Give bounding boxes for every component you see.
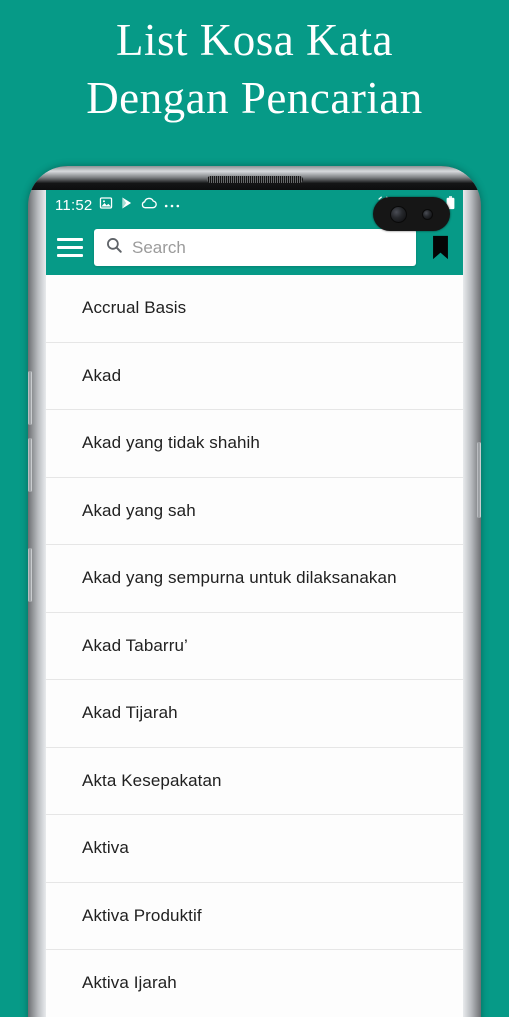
list-item[interactable]: Accrual Basis	[46, 275, 463, 343]
list-item-label: Akad Tijarah	[82, 703, 178, 723]
play-store-icon	[120, 196, 134, 215]
volume-down-button[interactable]	[28, 438, 32, 492]
promo-title-line-2: Dengan Pencarian	[86, 72, 423, 123]
list-item[interactable]: Aktiva Produktif	[46, 882, 463, 950]
list-item-label: Aktiva Ijarah	[82, 973, 177, 993]
status-bar-clock: 11:52	[55, 196, 93, 214]
camera-lens-main-icon	[389, 205, 407, 223]
volume-up-button[interactable]	[28, 371, 32, 425]
bixby-button[interactable]	[28, 548, 32, 602]
cloud-icon	[141, 196, 158, 214]
vocabulary-list[interactable]: Accrual Basis Akad Akad yang tidak shahi…	[46, 275, 463, 1017]
list-item-label: Aktiva Produktif	[82, 905, 202, 925]
phone-screen: 11:52 Search Accrual Basis Akad Akad yan…	[46, 190, 463, 1017]
list-item[interactable]: Akad yang tidak shahih	[46, 410, 463, 478]
list-item-label: Akad yang sah	[82, 500, 196, 520]
list-item-label: Aktiva	[82, 838, 129, 858]
search-bar[interactable]	[94, 229, 416, 266]
promo-title: List Kosa Kata Dengan Pencarian	[0, 12, 509, 127]
list-item[interactable]: Akad	[46, 342, 463, 410]
punch-hole-camera	[373, 197, 450, 231]
list-item[interactable]: Aktiva Ijarah	[46, 950, 463, 1017]
camera-lens-secondary-icon	[422, 208, 434, 220]
more-dots-icon	[164, 196, 180, 214]
status-bar-left-group: 11:52	[55, 196, 180, 215]
bookmark-icon[interactable]	[427, 232, 453, 264]
speaker-grille-icon	[206, 176, 303, 183]
phone-top-bezel	[28, 166, 481, 190]
promo-title-line-1: List Kosa Kata	[116, 15, 393, 65]
list-item[interactable]: Akta Kesepakatan	[46, 747, 463, 815]
list-item[interactable]: Akad Tabarru’	[46, 612, 463, 680]
list-item[interactable]: Akad yang sah	[46, 477, 463, 545]
list-item-label: Accrual Basis	[82, 298, 187, 318]
search-icon	[105, 236, 123, 259]
list-item-label: Akad	[82, 365, 122, 385]
phone-device-frame: 11:52 Search Accrual Basis Akad Akad yan…	[28, 166, 481, 1017]
list-item-label: Akad yang tidak shahih	[82, 433, 260, 453]
search-input[interactable]	[132, 237, 405, 258]
list-item-label: Akta Kesepakatan	[82, 770, 222, 790]
hamburger-menu-icon[interactable]	[57, 238, 83, 257]
image-icon	[99, 196, 113, 215]
list-item[interactable]: Aktiva	[46, 815, 463, 883]
list-item-label: Akad Tabarru’	[82, 635, 188, 655]
list-item[interactable]: Akad yang sempurna untuk dilaksanakan	[46, 545, 463, 613]
list-item[interactable]: Akad Tijarah	[46, 680, 463, 748]
status-bar: 11:52	[46, 190, 463, 231]
power-button[interactable]	[477, 442, 481, 518]
list-item-label: Akad yang sempurna untuk dilaksanakan	[82, 568, 397, 588]
